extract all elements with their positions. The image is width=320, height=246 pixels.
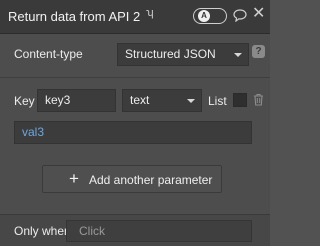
content-type-dropdown[interactable]: Structured JSON xyxy=(117,43,249,66)
trash-icon[interactable] xyxy=(253,93,264,109)
only-when-input[interactable]: Click xyxy=(66,220,252,242)
only-when-placeholder: Click xyxy=(79,224,105,238)
key-input[interactable]: key3 xyxy=(37,89,116,112)
content-type-label: Content-type xyxy=(14,47,83,61)
edit-title-icon[interactable]: ʮ xyxy=(146,7,154,19)
type-value: text xyxy=(130,93,150,107)
panel-title[interactable]: Return data from API 2 xyxy=(8,9,140,24)
panel-header: Return data from API 2 ʮ A ✕ xyxy=(0,0,270,34)
plus-icon: + xyxy=(69,169,79,188)
only-when-row: Only when Click xyxy=(0,214,270,246)
key-label: Key xyxy=(14,94,35,108)
value-input[interactable]: val3 xyxy=(14,121,252,144)
content-type-value: Structured JSON xyxy=(125,47,216,61)
close-icon[interactable]: ✕ xyxy=(252,6,265,22)
divider xyxy=(0,77,270,78)
add-parameter-label: Add another parameter xyxy=(89,173,213,187)
workflow-toggle-icon: A xyxy=(198,10,210,22)
value-text: val3 xyxy=(22,125,45,139)
key-value: key3 xyxy=(45,93,71,107)
chevron-down-icon xyxy=(187,98,195,103)
list-label: List xyxy=(208,94,227,108)
type-dropdown[interactable]: text xyxy=(122,89,202,112)
chevron-down-icon xyxy=(234,52,242,57)
list-checkbox[interactable] xyxy=(233,93,247,107)
help-icon[interactable]: ? xyxy=(252,45,265,58)
only-when-label: Only when xyxy=(14,224,71,238)
comment-icon[interactable] xyxy=(233,9,247,25)
action-panel: Return data from API 2 ʮ A ✕ Content-typ… xyxy=(0,0,270,246)
workflow-toggle[interactable]: A xyxy=(193,8,227,24)
add-parameter-button[interactable]: + Add another parameter xyxy=(42,165,222,193)
